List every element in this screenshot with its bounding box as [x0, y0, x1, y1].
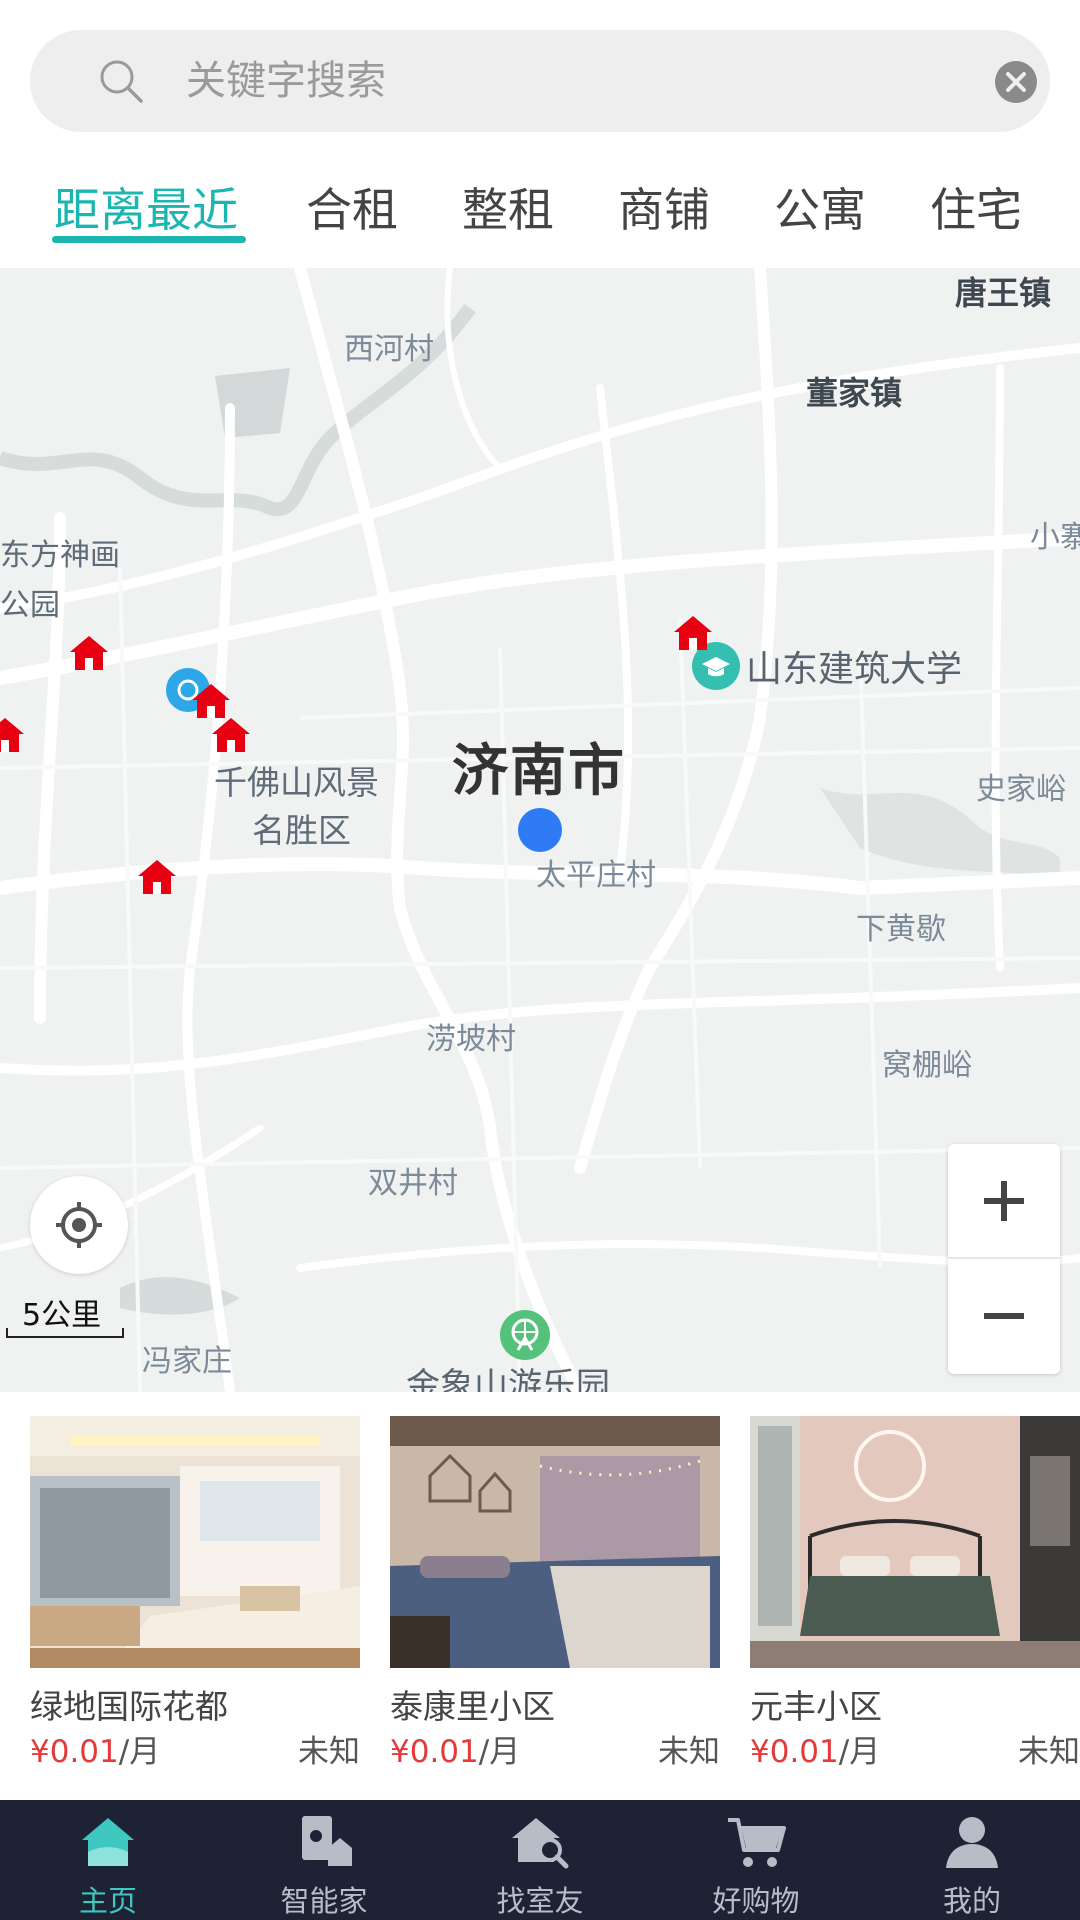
price-currency: ¥	[750, 1734, 770, 1770]
amusement-park-poi-icon[interactable]	[498, 1308, 552, 1362]
zoom-controls	[948, 1144, 1060, 1374]
nav-label: 好购物	[712, 1884, 800, 1918]
map-label-dongfang: 东方神画	[0, 538, 120, 573]
map-label-shijiayu: 史家峪	[976, 772, 1066, 807]
tab-apartments[interactable]: 公寓	[774, 170, 866, 250]
house-marker-icon[interactable]	[190, 682, 232, 720]
clear-icon[interactable]	[994, 60, 1038, 104]
map-label-xiahuangxie: 下黄歇	[856, 912, 946, 947]
crosshair-icon	[56, 1202, 102, 1248]
price-currency: ¥	[30, 1734, 50, 1770]
listing-photo	[750, 1416, 1080, 1668]
listing-card[interactable]: 泰康里小区 ¥0.01/月 未知	[390, 1416, 720, 1786]
map-scale-bar	[6, 1328, 124, 1338]
map-label-park: 公园	[0, 588, 60, 623]
current-location-dot	[518, 808, 562, 852]
listing-status: 未知	[658, 1734, 720, 1770]
nav-smart-home[interactable]: 智能家	[216, 1800, 432, 1920]
minus-icon	[984, 1313, 1024, 1319]
zoom-out-button[interactable]	[948, 1259, 1060, 1374]
zoom-in-button[interactable]	[948, 1144, 1060, 1259]
map-label-university: 山东建筑大学	[746, 649, 963, 690]
map-label-dongjia: 董家镇	[806, 374, 903, 412]
listing-price: ¥0.01/月	[390, 1726, 520, 1771]
map-label-xiaozhai: 小寨	[1030, 520, 1080, 555]
listing-photo	[30, 1416, 360, 1668]
listing-card[interactable]: 元丰小区 ¥0.01/月 未知	[750, 1416, 1080, 1786]
map-label-xihe: 西河村	[344, 332, 434, 367]
nav-profile[interactable]: 我的	[864, 1800, 1080, 1920]
nav-home[interactable]: 主页	[0, 1800, 216, 1920]
tab-shops[interactable]: 商铺	[618, 170, 710, 250]
nav-shopping[interactable]: 好购物	[648, 1800, 864, 1920]
map-label-amusement-park: 金象山游乐园	[406, 1366, 610, 1392]
active-tab-indicator	[52, 236, 246, 243]
tab-whole-rent[interactable]: 整租	[462, 170, 554, 250]
listing-price: ¥0.01/月	[30, 1726, 160, 1771]
home-icon	[82, 1818, 134, 1866]
price-unit: /月	[478, 1734, 521, 1770]
price-currency: ¥	[390, 1734, 410, 1770]
price-amount: 0.01	[769, 1734, 839, 1770]
map-label-qianfoshan-1: 千佛山风景	[214, 763, 379, 802]
listing-price: ¥0.01/月	[750, 1726, 880, 1771]
map-label-tangwang: 唐王镇	[955, 274, 1052, 312]
search-bar[interactable]: 关键字搜索	[30, 30, 1050, 132]
search-icon	[100, 60, 143, 103]
plus-icon	[984, 1181, 1024, 1221]
nav-label: 主页	[78, 1884, 137, 1918]
nav-label: 找室友	[496, 1884, 584, 1918]
price-unit: /月	[118, 1734, 161, 1770]
listing-carousel[interactable]: 绿地国际花都 ¥0.01/月 未知 泰康里小区 ¥0.01/月 未知 元丰小区 …	[0, 1392, 1080, 1800]
user-icon	[946, 1817, 998, 1868]
bottom-nav: 主页 智能家 找室友 好购物 我的	[0, 1800, 1080, 1920]
search-input[interactable]: 关键字搜索	[186, 30, 966, 132]
listing-status: 未知	[298, 1734, 360, 1770]
listing-title: 泰康里小区	[390, 1687, 555, 1726]
map-label-shuangjing: 双井村	[368, 1166, 458, 1201]
smart-home-icon	[302, 1816, 352, 1866]
nav-label: 我的	[942, 1884, 1001, 1918]
listing-photo	[390, 1416, 720, 1668]
house-marker-icon[interactable]	[0, 716, 26, 754]
map-label-laopo: 涝坡村	[426, 1022, 516, 1057]
tab-shared-rent[interactable]: 合租	[306, 170, 398, 250]
house-marker-icon[interactable]	[68, 634, 110, 672]
map-label-city: 济南市	[452, 739, 626, 804]
listing-title: 绿地国际花都	[30, 1687, 228, 1726]
listing-title: 元丰小区	[750, 1687, 882, 1726]
nav-find-roommate[interactable]: 找室友	[432, 1800, 648, 1920]
map-view[interactable]: 唐王镇 董家镇 西河村 东方神画 公园 千佛山风景 名胜区 济南市 太平庄村 史…	[0, 268, 1080, 1392]
map-label-fengjiazhuang: 冯家庄	[142, 1344, 232, 1379]
house-marker-icon[interactable]	[136, 858, 178, 896]
locate-me-button[interactable]	[30, 1176, 128, 1274]
price-amount: 0.01	[409, 1734, 479, 1770]
app-screen: 关键字搜索 距离最近 合租 整租 商铺 公寓 住宅 唐王镇 董家镇 西河村 东方…	[0, 0, 1080, 1920]
price-unit: /月	[838, 1734, 881, 1770]
map-label-taipingzhuang: 太平庄村	[536, 858, 656, 893]
find-roommate-icon	[512, 1818, 569, 1869]
tab-residential[interactable]: 住宅	[930, 170, 1022, 250]
map-label-qianfoshan-2: 名胜区	[252, 811, 351, 850]
nav-label: 智能家	[280, 1884, 368, 1918]
map-label-wopengyu: 窝棚峪	[882, 1048, 972, 1083]
price-amount: 0.01	[49, 1734, 119, 1770]
cart-icon	[728, 1818, 786, 1867]
category-tabs: 距离最近 合租 整租 商铺 公寓 住宅	[0, 160, 1080, 268]
house-marker-icon[interactable]	[672, 614, 714, 652]
listing-card[interactable]: 绿地国际花都 ¥0.01/月 未知	[30, 1416, 360, 1786]
listing-status: 未知	[1018, 1734, 1080, 1770]
house-marker-icon[interactable]	[210, 716, 252, 754]
